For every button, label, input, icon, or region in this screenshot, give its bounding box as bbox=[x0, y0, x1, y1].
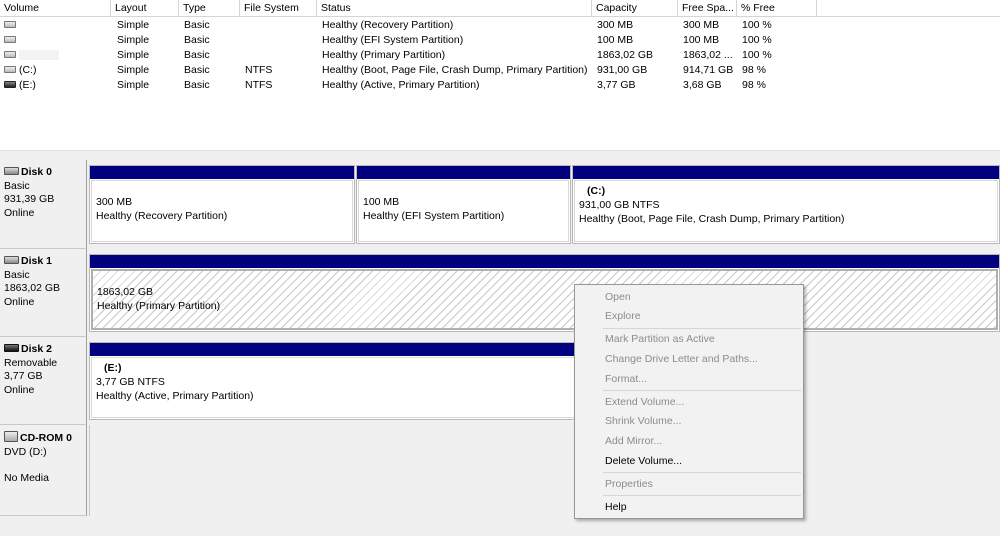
column-header-type[interactable]: Type bbox=[179, 0, 240, 16]
menu-separator bbox=[603, 390, 801, 391]
volume-icon bbox=[4, 20, 16, 28]
partition-recovery[interactable]: 300 MB Healthy (Recovery Partition) bbox=[89, 165, 355, 244]
column-header-file-system[interactable]: File System bbox=[240, 0, 317, 16]
cdrom-icon bbox=[4, 431, 18, 443]
menu-separator bbox=[603, 495, 801, 496]
menu-item-shrink-volume[interactable]: Shrink Volume... bbox=[575, 411, 803, 431]
disk-row-cdrom: CD-ROM 0 DVD (D:) No Media bbox=[0, 425, 1000, 516]
partition-bar bbox=[573, 166, 999, 179]
column-header-status[interactable]: Status bbox=[317, 0, 592, 16]
partition-efi[interactable]: 100 MB Healthy (EFI System Partition) bbox=[356, 165, 571, 244]
removable-disk-icon bbox=[4, 343, 19, 352]
menu-item-delete-volume[interactable]: Delete Volume... bbox=[575, 451, 803, 471]
disk-icon bbox=[4, 166, 19, 175]
volume-row[interactable]: (E:) Simple Basic NTFS Healthy (Active, … bbox=[0, 78, 1000, 93]
volume-list-header: Volume Layout Type File System Status Ca… bbox=[0, 0, 1000, 17]
disk-graph-view: Disk 0 Basic 931,39 GB Online 300 MB Hea… bbox=[0, 160, 1000, 536]
disk-row-1: Disk 1 Basic 1863,02 GB Online 1863,02 G… bbox=[0, 249, 1000, 337]
menu-item-change-drive-letter[interactable]: Change Drive Letter and Paths... bbox=[575, 349, 803, 369]
menu-item-mark-active[interactable]: Mark Partition as Active bbox=[575, 329, 803, 349]
volume-row[interactable]: Simple Basic Healthy (Recovery Partition… bbox=[0, 18, 1000, 33]
partition-bar bbox=[90, 166, 354, 179]
menu-item-open[interactable]: Open bbox=[575, 287, 803, 307]
disk-row-2: Disk 2 Removable 3,77 GB Online (E:) 3,7… bbox=[0, 337, 1000, 425]
menu-item-explore[interactable]: Explore bbox=[575, 306, 803, 326]
volume-icon bbox=[4, 65, 16, 73]
column-header-percent-free[interactable]: % Free bbox=[737, 0, 817, 16]
disk-icon bbox=[4, 255, 19, 264]
partition-c-drive[interactable]: (C:) 931,00 GB NTFS Healthy (Boot, Page … bbox=[572, 165, 1000, 244]
column-header-volume[interactable]: Volume bbox=[0, 0, 111, 16]
disk-label[interactable]: Disk 0 Basic 931,39 GB Online bbox=[0, 160, 87, 249]
disk-row-0: Disk 0 Basic 931,39 GB Online 300 MB Hea… bbox=[0, 160, 1000, 249]
menu-item-add-mirror[interactable]: Add Mirror... bbox=[575, 431, 803, 451]
partition-disk1-primary[interactable]: 1863,02 GB Healthy (Primary Partition) bbox=[89, 254, 1000, 332]
volume-list: Volume Layout Type File System Status Ca… bbox=[0, 0, 1000, 150]
disk-label[interactable]: Disk 1 Basic 1863,02 GB Online bbox=[0, 249, 87, 337]
menu-item-help[interactable]: Help bbox=[575, 497, 803, 517]
column-header-free-space[interactable]: Free Spa... bbox=[678, 0, 737, 16]
context-menu: Open Explore Mark Partition as Active Ch… bbox=[574, 284, 804, 519]
disk-label[interactable]: Disk 2 Removable 3,77 GB Online bbox=[0, 337, 87, 425]
volume-icon bbox=[4, 35, 16, 43]
menu-item-properties[interactable]: Properties bbox=[575, 474, 803, 494]
volume-row[interactable]: Simple Basic Healthy (EFI System Partiti… bbox=[0, 33, 1000, 48]
column-header-layout[interactable]: Layout bbox=[111, 0, 179, 16]
removable-volume-icon bbox=[4, 80, 16, 88]
menu-item-format[interactable]: Format... bbox=[575, 369, 803, 389]
disk-label[interactable]: CD-ROM 0 DVD (D:) No Media bbox=[0, 425, 87, 516]
volume-name-blank bbox=[19, 50, 59, 61]
partition-bar bbox=[357, 166, 570, 179]
volume-icon bbox=[4, 50, 16, 58]
volume-row[interactable]: Simple Basic Healthy (Primary Partition)… bbox=[0, 48, 1000, 63]
volume-row[interactable]: (C:) Simple Basic NTFS Healthy (Boot, Pa… bbox=[0, 63, 1000, 78]
column-header-capacity[interactable]: Capacity bbox=[592, 0, 678, 16]
cdrom-empty-area bbox=[89, 425, 1000, 516]
menu-separator bbox=[603, 472, 801, 473]
selected-partition-area: 1863,02 GB Healthy (Primary Partition) bbox=[91, 269, 998, 330]
partition-bar bbox=[90, 255, 999, 268]
menu-item-extend-volume[interactable]: Extend Volume... bbox=[575, 392, 803, 412]
